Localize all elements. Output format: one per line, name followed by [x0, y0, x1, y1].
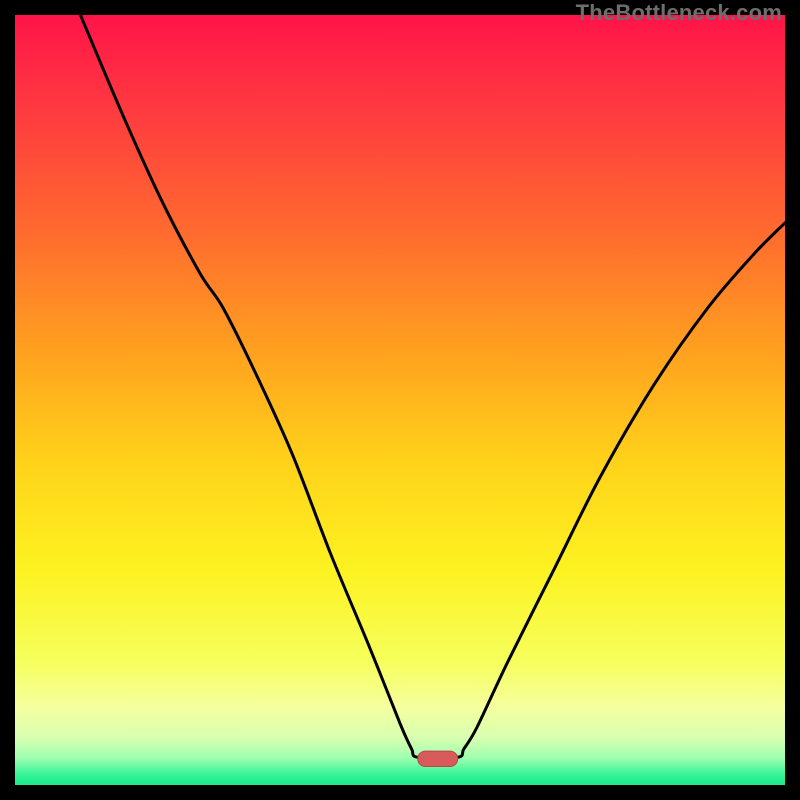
optimal-zone-pill — [15, 15, 785, 785]
chart-frame: { "watermark": "TheBottleneck.com", "col… — [0, 0, 800, 800]
plot-area — [15, 15, 785, 785]
watermark-text: TheBottleneck.com — [576, 0, 782, 26]
